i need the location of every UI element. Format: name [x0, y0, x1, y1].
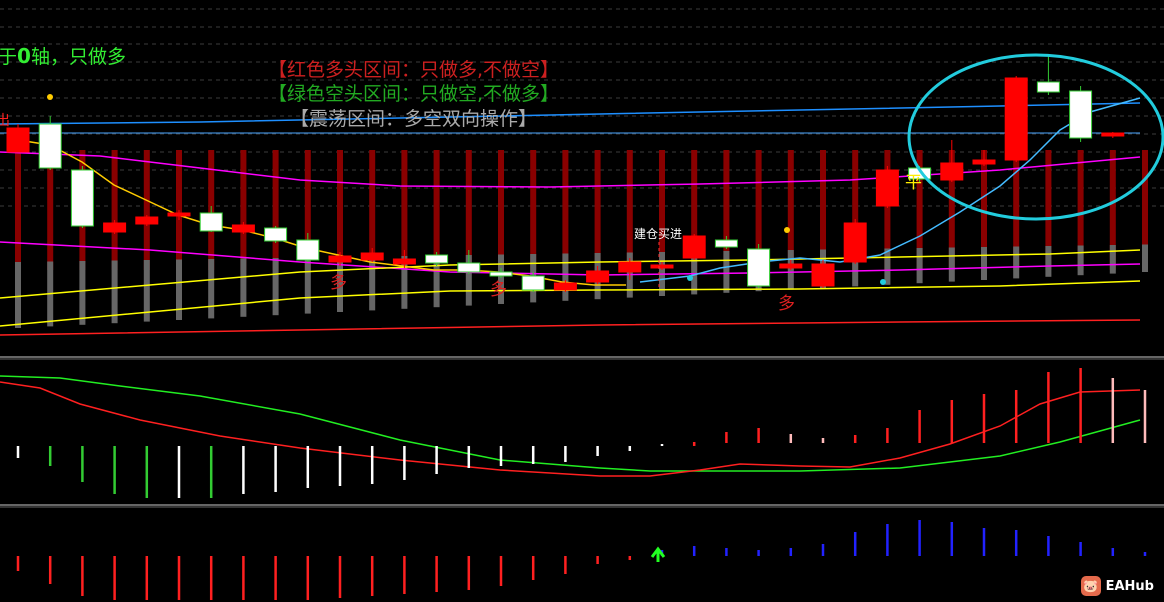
candle-body — [1101, 132, 1125, 137]
column-bar-gray — [723, 251, 730, 293]
column-bar-gray — [304, 257, 311, 314]
candle-body — [553, 282, 577, 291]
column-bar — [240, 150, 247, 270]
candle-body — [167, 212, 191, 217]
candle-body — [618, 261, 642, 273]
candle-body — [264, 227, 288, 242]
candle-body — [779, 263, 803, 269]
candle-body — [135, 216, 159, 225]
column-bar — [272, 150, 279, 270]
candle-body — [425, 254, 449, 264]
column-bar — [143, 150, 150, 270]
long-signal-label: 多 — [330, 273, 347, 293]
candle-body — [38, 123, 62, 169]
pig-icon: 🐷 — [1080, 576, 1101, 596]
candle-body — [586, 270, 610, 283]
column-bar-gray — [111, 260, 118, 324]
range-zone-note: 【震荡区间：多空双向操作】 — [290, 108, 538, 130]
long-signal-label: 多 — [778, 294, 795, 314]
price-chart[interactable] — [0, 0, 1164, 602]
candle-body — [6, 127, 30, 153]
column-bar — [562, 150, 569, 270]
column-bar-gray — [1142, 244, 1148, 272]
candle-body — [296, 239, 320, 261]
column-bar-gray — [208, 259, 215, 319]
long-signal-label: 多 — [490, 280, 507, 300]
column-bar-gray — [916, 248, 923, 284]
column-bar-gray — [948, 247, 955, 282]
column-bar-gray — [240, 258, 247, 317]
watermark: 🐷 EAHub — [1080, 576, 1154, 596]
macd-slow-line — [0, 381, 1141, 477]
candle-body — [199, 212, 223, 232]
column-bar — [626, 150, 633, 270]
candle-body — [875, 169, 899, 207]
column-bar-gray — [15, 262, 21, 328]
column-bar-gray — [981, 247, 987, 280]
open-long-label: 建仓买进 — [634, 227, 683, 241]
column-bar — [111, 150, 118, 270]
candle-body — [1004, 77, 1028, 161]
bear-zone-note: 【绿色空头区间：只做空,不做多】 — [268, 83, 560, 105]
candle-body — [360, 252, 384, 261]
column-bar-gray — [1045, 246, 1052, 277]
column-bar-gray — [562, 253, 569, 301]
candle-body — [70, 169, 94, 227]
column-bar — [15, 150, 21, 270]
candle-body — [747, 248, 771, 287]
column-bar-gray — [1077, 245, 1084, 276]
macd-fast-line — [0, 375, 1141, 472]
signal-dot — [880, 279, 886, 285]
candle-body — [231, 224, 255, 233]
zero-axis-note: 于0轴，只做多 — [0, 44, 126, 68]
candle-body — [392, 258, 416, 265]
candle-body — [457, 262, 481, 273]
lower-band-line — [0, 241, 1141, 276]
candle-body — [940, 162, 964, 181]
column-bar-gray — [272, 258, 279, 316]
stop-line — [0, 319, 1141, 336]
candle-body — [328, 255, 352, 263]
column-bar-gray — [176, 259, 182, 320]
exit-label: 出 — [0, 113, 10, 129]
column-bar-gray — [79, 261, 86, 325]
column-bar — [498, 150, 504, 270]
candle-body — [103, 222, 127, 233]
candle-body — [811, 263, 835, 287]
column-bar — [594, 150, 601, 270]
candle-body — [972, 159, 996, 165]
candle-body — [650, 264, 674, 269]
column-bar-gray — [1013, 246, 1020, 279]
candle-body — [1069, 90, 1093, 139]
candle-body — [682, 235, 706, 259]
watermark-text: EAHub — [1105, 578, 1154, 594]
column-bar-gray — [884, 248, 891, 285]
flat-signal-label: 平 — [905, 173, 922, 193]
signal-dot — [784, 227, 790, 233]
upper-channel-line — [0, 102, 1141, 125]
candle-body — [1036, 81, 1060, 93]
signal-dot — [47, 94, 53, 100]
candle-body — [714, 239, 738, 248]
column-bar — [530, 150, 537, 270]
candle-body — [521, 275, 545, 291]
column-bar-gray — [369, 256, 376, 311]
candle-body — [843, 222, 867, 263]
column-bar-gray — [1109, 245, 1116, 274]
bull-zone-note: 【红色多头区间：只做多,不做空】 — [268, 59, 560, 81]
signal-dot — [687, 275, 693, 281]
